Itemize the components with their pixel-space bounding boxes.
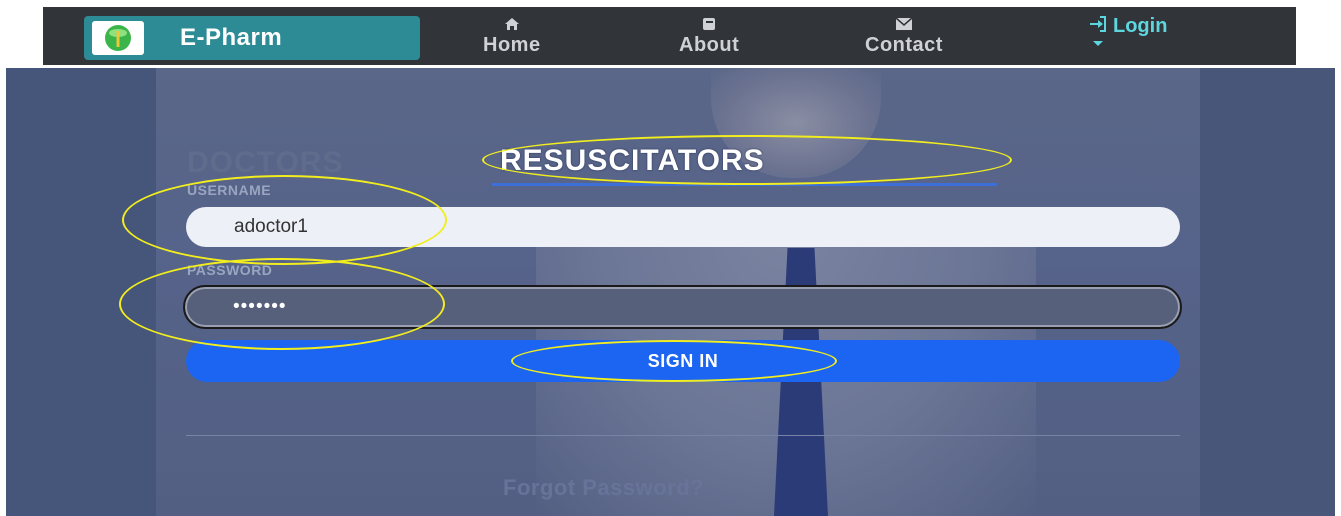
home-icon <box>483 17 541 33</box>
nav-about[interactable]: About <box>679 17 739 57</box>
brand[interactable]: E-Pharm <box>84 16 420 60</box>
nav-home[interactable]: Home <box>483 17 541 57</box>
password-label: PASSWORD <box>187 262 273 278</box>
sign-in-button[interactable]: SIGN IN <box>186 340 1180 382</box>
chevron-down-icon[interactable] <box>1093 41 1103 46</box>
nav-about-label: About <box>679 34 740 56</box>
divider <box>186 435 1180 436</box>
password-input[interactable] <box>183 285 1182 329</box>
nav-login[interactable]: Login <box>1089 15 1167 38</box>
username-input[interactable] <box>186 207 1180 247</box>
nav-home-label: Home <box>483 34 541 56</box>
forgot-password-link[interactable]: Forgot Password? <box>503 475 704 501</box>
nav-contact[interactable]: Contact <box>865 17 943 57</box>
active-tab-indicator <box>492 183 997 186</box>
sign-in-icon <box>1089 15 1107 38</box>
tab-resuscitators[interactable]: RESUSCITATORS <box>500 144 765 178</box>
nav-contact-label: Contact <box>865 34 943 56</box>
tab-doctors[interactable]: DOCTORS <box>187 146 343 180</box>
pharmacy-logo-icon <box>92 21 144 55</box>
envelope-icon <box>865 17 943 33</box>
brand-name: E-Pharm <box>180 24 283 51</box>
page: E-Pharm Home About Contact Login DOCTORS… <box>0 0 1341 516</box>
navbar: E-Pharm Home About Contact Login <box>43 7 1296 65</box>
book-icon <box>679 17 739 33</box>
nav-login-label: Login <box>1113 15 1168 37</box>
username-label: USERNAME <box>187 182 272 198</box>
